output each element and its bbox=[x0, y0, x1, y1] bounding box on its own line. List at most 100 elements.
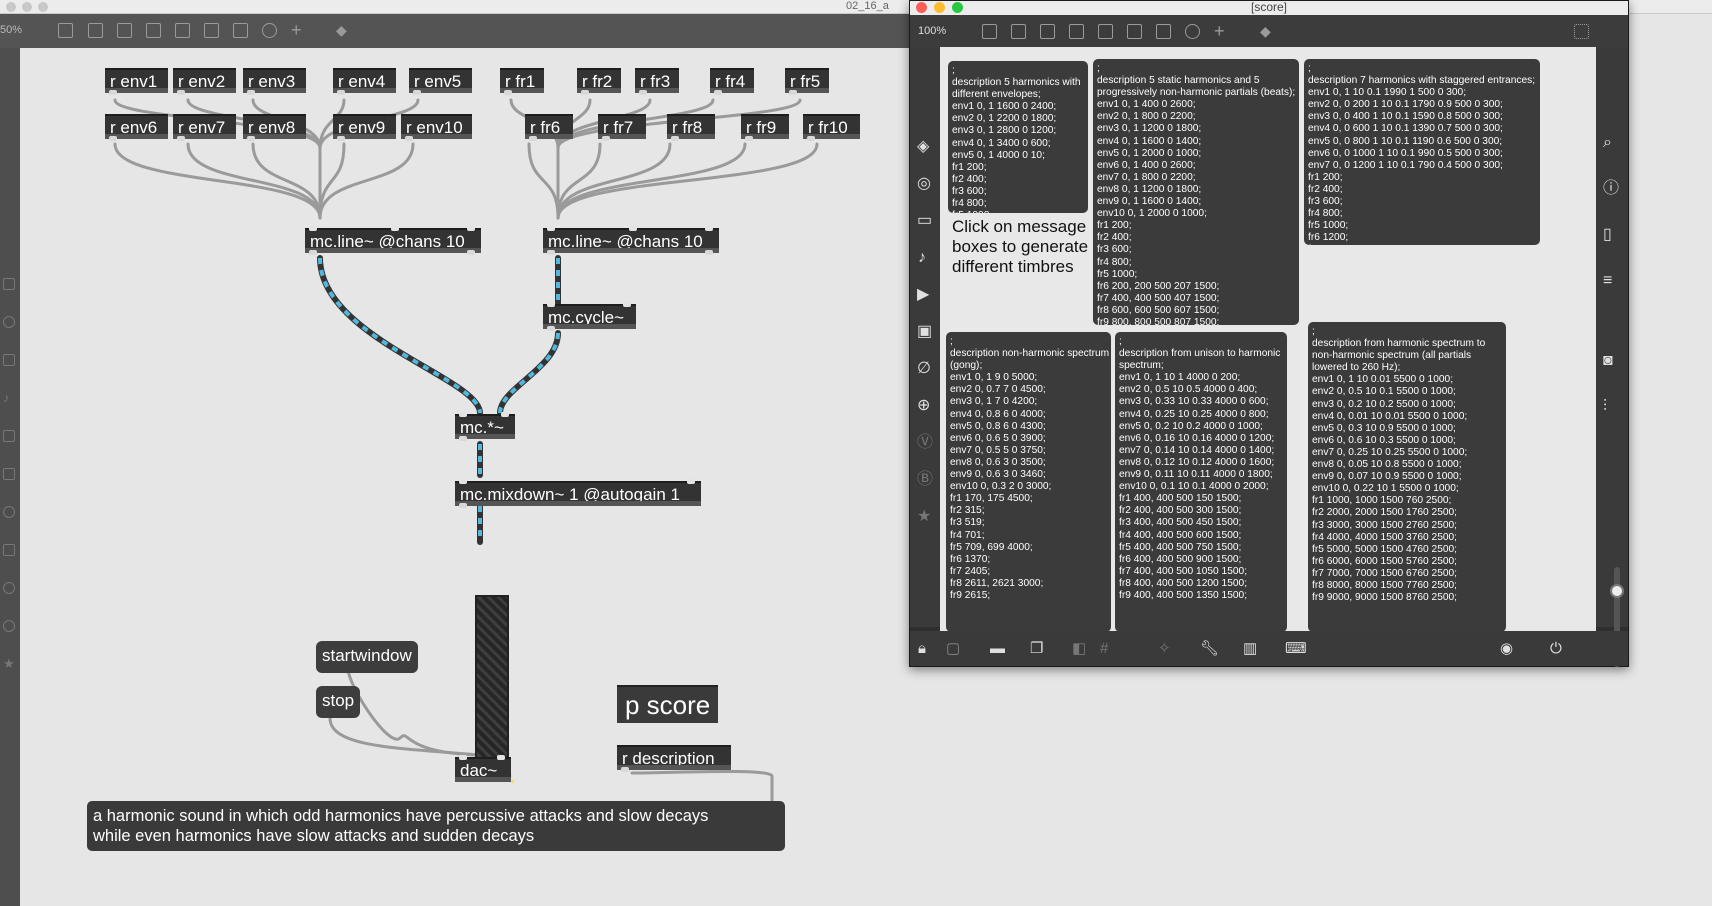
score-slider-icon[interactable] bbox=[1156, 24, 1171, 39]
clip-icon[interactable] bbox=[3, 506, 15, 518]
plug-icon[interactable] bbox=[3, 544, 15, 556]
zoom-dot[interactable] bbox=[38, 2, 48, 12]
receive-env7[interactable]: r env7 bbox=[173, 114, 236, 141]
v-icon[interactable]: Ⓥ bbox=[917, 435, 933, 451]
image-icon[interactable] bbox=[3, 468, 15, 480]
score-object-icon[interactable] bbox=[1011, 24, 1026, 39]
comment-icon[interactable] bbox=[117, 23, 132, 38]
clip-icon[interactable]: ∅ bbox=[917, 361, 931, 377]
mc-multiply[interactable]: mc.*~ bbox=[455, 412, 515, 441]
zoom-level[interactable]: 50% bbox=[0, 24, 22, 36]
target-icon[interactable] bbox=[3, 316, 15, 328]
receive-description[interactable]: r description bbox=[617, 745, 731, 772]
score-message-icon[interactable] bbox=[1127, 24, 1142, 39]
windows-icon[interactable]: ❐ bbox=[1030, 641, 1043, 656]
score-canvas[interactable]: ; description 5 harmonics with different… bbox=[940, 47, 1596, 633]
receive-env2[interactable]: r env2 bbox=[173, 68, 236, 95]
p-score-subpatcher[interactable]: p score bbox=[617, 685, 719, 723]
receive-env10[interactable]: r env10 bbox=[401, 114, 472, 141]
info-icon[interactable]: ⓘ bbox=[1603, 181, 1619, 197]
book-icon[interactable]: ▯ bbox=[1603, 227, 1612, 243]
message-harmonic-to-nonharmonic[interactable]: ; description from harmonic spectrum to … bbox=[1308, 322, 1506, 632]
mc-cycle[interactable]: mc.cycle~ bbox=[543, 302, 636, 331]
score-toggle-icon[interactable] bbox=[1098, 24, 1113, 39]
search-icon[interactable]: ⌕ bbox=[1603, 135, 1612, 151]
list-icon[interactable]: ≡ bbox=[1603, 273, 1612, 289]
audio-play-icon[interactable]: ◉ bbox=[1500, 641, 1513, 656]
power-icon[interactable]: ⏻ bbox=[1550, 641, 1562, 656]
message-5-harmonics[interactable]: ; description 5 harmonics with different… bbox=[948, 61, 1088, 213]
receive-fr3[interactable]: r fr3 bbox=[635, 68, 679, 95]
receive-env1[interactable]: r env1 bbox=[105, 68, 168, 95]
grid-icon[interactable] bbox=[1574, 24, 1589, 39]
mc-line-env[interactable]: mc.line~ @chans 10 bbox=[305, 226, 481, 255]
receive-env5[interactable]: r env5 bbox=[409, 68, 472, 95]
score-comment-icon[interactable] bbox=[1040, 24, 1055, 39]
score-paint-icon[interactable]: ◆ bbox=[1260, 24, 1275, 39]
star-icon[interactable]: ★ bbox=[917, 509, 931, 525]
message-icon[interactable] bbox=[204, 23, 219, 38]
mixer-icon[interactable]: ⫶ bbox=[1603, 399, 1607, 415]
score-zoom[interactable]: 100% bbox=[918, 25, 946, 37]
receive-env9[interactable]: r env9 bbox=[333, 114, 396, 141]
video-icon[interactable] bbox=[3, 430, 15, 442]
message-unison-to-harmonic[interactable]: ; description from unison to harmonic sp… bbox=[1115, 332, 1287, 632]
receive-env6[interactable]: r env6 bbox=[105, 114, 168, 141]
frame-icon[interactable] bbox=[3, 354, 15, 366]
minimize-dot[interactable] bbox=[22, 2, 32, 12]
patcher-canvas[interactable]: r env1 r env2 r env3 r env4 r env5 r env… bbox=[20, 48, 910, 906]
dac-object[interactable]: dac~ bbox=[455, 755, 511, 782]
startwindow-message[interactable]: startwindow bbox=[316, 641, 418, 673]
presentation-toggle-icon[interactable]: ▬ bbox=[990, 641, 1005, 656]
score-button-icon[interactable] bbox=[1069, 24, 1084, 39]
receive-fr8[interactable]: r fr8 bbox=[667, 114, 715, 141]
lock-icon[interactable]: 🔒︎ bbox=[918, 641, 926, 656]
receive-fr2[interactable]: r fr2 bbox=[577, 68, 621, 95]
b-icon[interactable]: Ⓑ bbox=[917, 472, 933, 488]
b-icon[interactable] bbox=[3, 620, 15, 632]
receive-fr1[interactable]: r fr1 bbox=[500, 68, 544, 95]
camera-icon[interactable]: ◙ bbox=[1603, 353, 1613, 369]
note-icon[interactable]: ♪ bbox=[3, 392, 15, 404]
presentation-icon[interactable] bbox=[58, 23, 73, 38]
button-icon[interactable] bbox=[146, 23, 161, 38]
stop-message[interactable]: stop bbox=[316, 686, 361, 718]
mc-mixdown[interactable]: mc.mixdown~ 1 @autogain 1 bbox=[455, 479, 701, 508]
receive-fr4[interactable]: r fr4 bbox=[710, 68, 754, 95]
receive-fr9[interactable]: r fr9 bbox=[741, 114, 789, 141]
edit-icon[interactable]: ▢ bbox=[946, 641, 960, 656]
slider-icon[interactable] bbox=[233, 23, 248, 38]
dial-icon[interactable] bbox=[262, 23, 277, 38]
object-icon[interactable] bbox=[88, 23, 103, 38]
mute-icon[interactable]: ◧ bbox=[1072, 641, 1086, 656]
star-icon[interactable]: ★ bbox=[3, 657, 15, 670]
note-icon[interactable]: ♪ bbox=[918, 250, 926, 266]
keyboard-icon[interactable]: ⌨ bbox=[1285, 641, 1307, 656]
score-add-icon[interactable]: + bbox=[1214, 22, 1229, 40]
wand-icon[interactable]: ✧ bbox=[1158, 641, 1171, 656]
slider-knob[interactable] bbox=[1610, 584, 1624, 598]
receive-fr5[interactable]: r fr5 bbox=[785, 68, 829, 95]
frame-icon[interactable]: ▭ bbox=[917, 213, 932, 229]
receive-fr6[interactable]: r fr6 bbox=[525, 114, 573, 141]
target-icon[interactable]: ◎ bbox=[917, 176, 931, 192]
cube-icon[interactable] bbox=[3, 278, 15, 290]
grid-toggle-icon[interactable]: # bbox=[1100, 641, 1108, 656]
video-icon[interactable]: ▶ bbox=[917, 287, 929, 303]
message-gong-spectrum[interactable]: ; description non-harmonic spectrum (gon… bbox=[946, 332, 1111, 632]
receive-env4[interactable]: r env4 bbox=[333, 68, 396, 95]
wrench-icon[interactable]: 🔧︎ bbox=[1200, 641, 1219, 656]
receive-env3[interactable]: r env3 bbox=[243, 68, 306, 95]
v-icon[interactable] bbox=[3, 582, 15, 594]
piano-icon[interactable]: ▥ bbox=[1243, 641, 1257, 656]
close-dot[interactable] bbox=[6, 2, 16, 12]
message-staggered-entrances[interactable]: ; description 7 harmonics with staggered… bbox=[1304, 59, 1540, 245]
receive-fr10[interactable]: r fr10 bbox=[803, 114, 860, 141]
receive-env8[interactable]: r env8 bbox=[243, 114, 306, 141]
paint-bucket-icon[interactable]: ◆ bbox=[336, 23, 351, 38]
receive-fr7[interactable]: r fr7 bbox=[598, 114, 646, 141]
plug-icon[interactable]: ⊕ bbox=[917, 398, 930, 414]
add-object-icon[interactable]: + bbox=[291, 21, 306, 39]
score-dial-icon[interactable] bbox=[1185, 24, 1200, 39]
image-icon[interactable]: ▣ bbox=[917, 324, 932, 340]
